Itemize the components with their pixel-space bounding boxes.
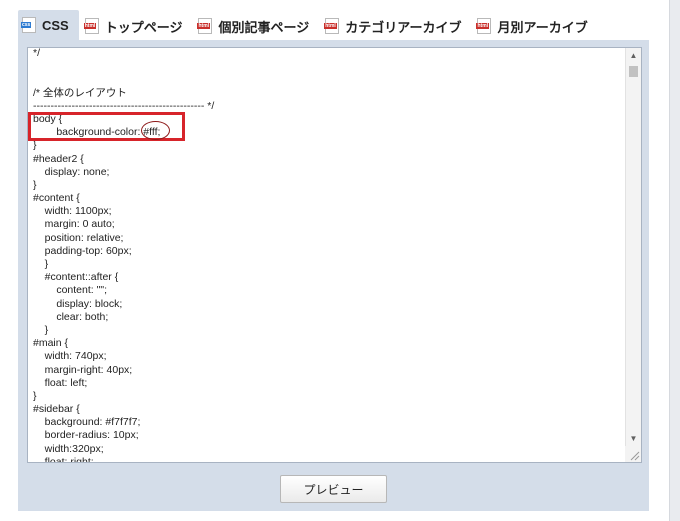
tab-top-page[interactable]: html トップページ bbox=[81, 12, 193, 40]
html-file-icon: html bbox=[197, 18, 213, 34]
code-line: padding-top: 60px; bbox=[33, 244, 132, 257]
code-line: } bbox=[33, 389, 37, 402]
resize-grip-lines bbox=[630, 451, 640, 461]
template-tabs: css CSS html トップページ html 個別記事ページ html カテ… bbox=[18, 10, 600, 40]
code-line: background: #f7f7f7; bbox=[33, 416, 141, 429]
css-file-icon: css bbox=[21, 17, 36, 33]
code-line: content: ""; bbox=[33, 284, 107, 297]
window-edge bbox=[669, 0, 680, 521]
html-file-icon: html bbox=[83, 18, 99, 34]
tab-category-archive[interactable]: html カテゴリアーカイブ bbox=[321, 12, 471, 40]
code-line: body { bbox=[33, 112, 63, 125]
tab-label: 月別アーカイブ bbox=[497, 19, 588, 35]
tab-label: カテゴリアーカイブ bbox=[345, 19, 462, 35]
code-line: clear: both; bbox=[33, 310, 109, 323]
scroll-down-arrow-icon[interactable]: ▼ bbox=[626, 432, 641, 446]
code-line: margin-right: 40px; bbox=[33, 363, 133, 376]
code-line: width:320px; bbox=[33, 442, 104, 455]
code-line: width: 740px; bbox=[33, 350, 107, 363]
code-line: background-color: #fff; bbox=[33, 126, 161, 139]
editor-panel: */ /* 全体のレイアウト ---------------------------… bbox=[18, 40, 649, 511]
tab-monthly-archive[interactable]: html 月別アーカイブ bbox=[473, 12, 597, 40]
css-code-textarea[interactable]: */ /* 全体のレイアウト ---------------------------… bbox=[27, 47, 642, 463]
tab-label: 個別記事ページ bbox=[218, 19, 310, 35]
code-line: } bbox=[33, 139, 37, 152]
code-line: #content { bbox=[33, 192, 80, 205]
tab-css[interactable]: css CSS bbox=[18, 10, 79, 40]
code-line: */ bbox=[33, 47, 41, 59]
html-file-icon: html bbox=[476, 18, 492, 34]
code-line: position: relative; bbox=[33, 231, 124, 244]
tab-label: トップページ bbox=[104, 19, 183, 35]
code-line: display: block; bbox=[33, 297, 123, 310]
resize-grip-icon[interactable] bbox=[625, 446, 641, 462]
code-line: #content::after { bbox=[33, 271, 119, 284]
code-line: /* 全体のレイアウト bbox=[33, 86, 127, 99]
tab-article-page[interactable]: html 個別記事ページ bbox=[194, 12, 319, 40]
scroll-thumb[interactable] bbox=[629, 66, 638, 77]
code-line: width: 1100px; bbox=[33, 205, 112, 218]
code-content[interactable]: */ /* 全体のレイアウト ---------------------------… bbox=[33, 47, 623, 463]
code-line: } bbox=[33, 178, 37, 191]
tab-label: CSS bbox=[42, 17, 69, 33]
code-line: float: right; bbox=[33, 455, 94, 463]
code-line: ----------------------------------------… bbox=[33, 99, 215, 112]
code-line: border-radius: 10px; bbox=[33, 429, 139, 442]
code-line: #header2 { bbox=[33, 152, 84, 165]
vertical-scrollbar[interactable]: ▲ ▼ bbox=[625, 48, 641, 447]
code-line: #sidebar { bbox=[33, 403, 80, 416]
code-line: margin: 0 auto; bbox=[33, 218, 115, 231]
code-line: #main { bbox=[33, 337, 69, 350]
scroll-up-arrow-icon[interactable]: ▲ bbox=[626, 49, 641, 63]
code-line: } bbox=[33, 258, 49, 270]
code-line: } bbox=[33, 323, 49, 336]
html-file-icon: html bbox=[324, 18, 340, 34]
code-line: float: left; bbox=[33, 376, 88, 389]
code-line: display: none; bbox=[33, 165, 110, 178]
preview-button[interactable]: プレビュー bbox=[280, 475, 387, 503]
template-editor-page: css CSS html トップページ html 個別記事ページ html カテ… bbox=[0, 0, 680, 521]
